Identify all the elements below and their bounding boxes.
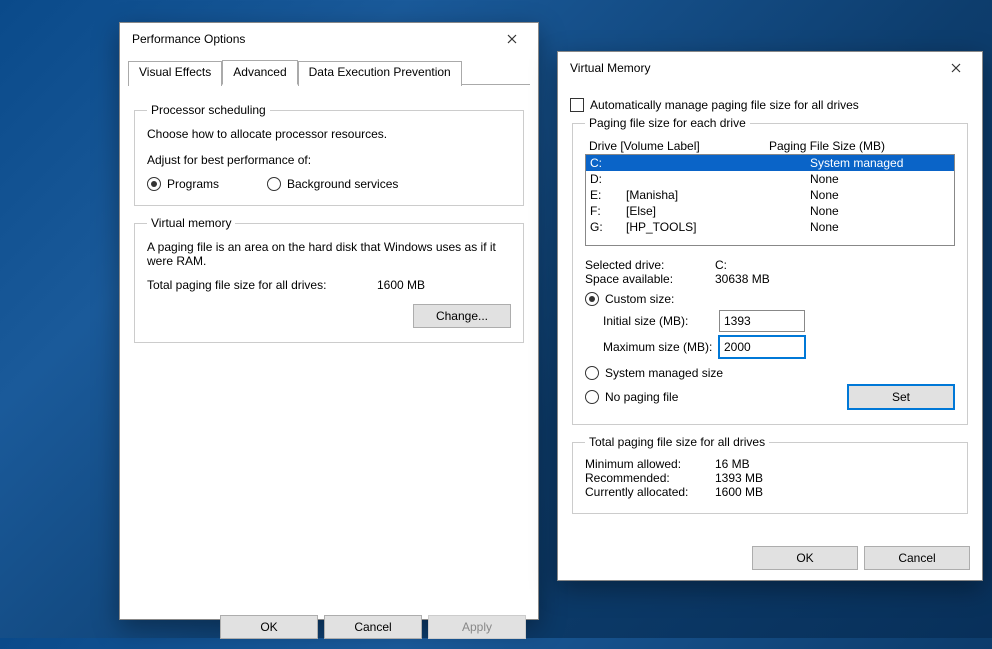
radio-custom-size[interactable]: Custom size: xyxy=(585,292,955,306)
radio-icon xyxy=(585,292,599,306)
drive-letter: G: xyxy=(590,219,626,235)
drive-size: None xyxy=(810,187,950,203)
vm-titlebar[interactable]: Virtual Memory xyxy=(558,52,982,84)
drive-label: [HP_TOOLS] xyxy=(626,219,810,235)
vm-desc: A paging file is an area on the hard dis… xyxy=(147,240,497,268)
no-paging-label: No paging file xyxy=(605,390,678,404)
tab-visual-effects[interactable]: Visual Effects xyxy=(128,61,222,86)
minimum-label: Minimum allowed: xyxy=(585,457,715,471)
ok-button[interactable]: OK xyxy=(752,546,858,570)
drive-header-drive: Drive [Volume Label] xyxy=(589,139,769,153)
paging-per-drive-group: Paging file size for each drive Drive [V… xyxy=(572,116,968,425)
drive-header-size: Paging File Size (MB) xyxy=(769,139,951,153)
recommended-value: 1393 MB xyxy=(715,471,763,485)
radio-background-services[interactable]: Background services xyxy=(267,177,398,191)
cancel-button[interactable]: Cancel xyxy=(324,615,422,639)
selected-drive-label: Selected drive: xyxy=(585,258,715,272)
currently-allocated-label: Currently allocated: xyxy=(585,485,715,499)
radio-programs-label: Programs xyxy=(167,177,219,191)
maximum-size-label: Maximum size (MB): xyxy=(603,340,719,354)
drive-row[interactable]: C: System managed xyxy=(586,155,954,171)
selected-drive-value: C: xyxy=(715,258,727,272)
tab-advanced[interactable]: Advanced xyxy=(222,60,297,85)
maximum-size-input[interactable] xyxy=(719,336,805,358)
close-icon[interactable] xyxy=(492,25,532,53)
initial-size-label: Initial size (MB): xyxy=(603,314,719,328)
vm-legend: Virtual memory xyxy=(147,216,235,230)
drive-list[interactable]: C:System managedD:NoneE:[Manisha]NoneF:[… xyxy=(585,154,955,246)
auto-manage-label: Automatically manage paging file size fo… xyxy=(590,98,859,112)
processor-scheduling-group: Processor scheduling Choose how to alloc… xyxy=(134,103,524,206)
minimum-value: 16 MB xyxy=(715,457,750,471)
radio-background-label: Background services xyxy=(287,177,398,191)
radio-system-managed[interactable]: System managed size xyxy=(585,366,955,380)
perf-footer: OK Cancel Apply xyxy=(120,605,538,649)
drive-size: None xyxy=(810,203,950,219)
perf-titlebar[interactable]: Performance Options xyxy=(120,23,538,55)
total-paging-group: Total paging file size for all drives Mi… xyxy=(572,435,968,514)
drive-row[interactable]: F:[Else]None xyxy=(586,203,954,219)
drive-label: [Manisha] xyxy=(626,187,810,203)
vm-title: Virtual Memory xyxy=(570,61,936,75)
processor-desc: Choose how to allocate processor resourc… xyxy=(147,127,511,141)
drive-label: [Else] xyxy=(626,203,810,219)
total-paging-value: 1600 MB xyxy=(377,278,425,292)
tab-dep[interactable]: Data Execution Prevention xyxy=(298,61,462,86)
cancel-button[interactable]: Cancel xyxy=(864,546,970,570)
radio-no-paging[interactable]: No paging file xyxy=(585,390,847,404)
drive-label xyxy=(626,155,810,171)
drive-row[interactable]: E:[Manisha]None xyxy=(586,187,954,203)
initial-size-input[interactable] xyxy=(719,310,805,332)
close-icon[interactable] xyxy=(936,54,976,82)
drive-letter: D: xyxy=(590,171,626,187)
performance-options-dialog: Performance Options Visual Effects Advan… xyxy=(119,22,539,620)
drive-row[interactable]: G:[HP_TOOLS]None xyxy=(586,219,954,235)
adjust-label: Adjust for best performance of: xyxy=(147,153,511,167)
vm-footer: OK Cancel xyxy=(558,536,982,580)
drive-size: None xyxy=(810,219,950,235)
drive-row[interactable]: D: None xyxy=(586,171,954,187)
radio-programs[interactable]: Programs xyxy=(147,177,267,191)
radio-icon xyxy=(147,177,161,191)
radio-icon xyxy=(585,390,599,404)
set-button[interactable]: Set xyxy=(847,384,955,410)
drive-letter: F: xyxy=(590,203,626,219)
total-legend: Total paging file size for all drives xyxy=(585,435,769,449)
checkbox-icon xyxy=(570,98,584,112)
total-paging-label: Total paging file size for all drives: xyxy=(147,278,377,292)
recommended-label: Recommended: xyxy=(585,471,715,485)
radio-icon xyxy=(267,177,281,191)
perf-title: Performance Options xyxy=(132,32,492,46)
system-managed-label: System managed size xyxy=(605,366,723,380)
vm-body: Automatically manage paging file size fo… xyxy=(558,84,982,536)
radio-icon xyxy=(585,366,599,380)
change-button[interactable]: Change... xyxy=(413,304,511,328)
auto-manage-checkbox[interactable]: Automatically manage paging file size fo… xyxy=(570,98,970,112)
ok-button[interactable]: OK xyxy=(220,615,318,639)
processor-legend: Processor scheduling xyxy=(147,103,270,117)
paging-legend: Paging file size for each drive xyxy=(585,116,750,130)
apply-button[interactable]: Apply xyxy=(428,615,526,639)
drive-letter: C: xyxy=(590,155,626,171)
drive-label xyxy=(626,171,810,187)
space-available-label: Space available: xyxy=(585,272,715,286)
perf-tabs: Visual Effects Advanced Data Execution P… xyxy=(128,59,530,85)
currently-allocated-value: 1600 MB xyxy=(715,485,763,499)
drive-letter: E: xyxy=(590,187,626,203)
drive-size: None xyxy=(810,171,950,187)
virtual-memory-dialog: Virtual Memory Automatically manage pagi… xyxy=(557,51,983,581)
drive-size: System managed xyxy=(810,155,950,171)
custom-size-label: Custom size: xyxy=(605,292,674,306)
space-available-value: 30638 MB xyxy=(715,272,770,286)
perf-body: Processor scheduling Choose how to alloc… xyxy=(120,85,538,605)
virtual-memory-group: Virtual memory A paging file is an area … xyxy=(134,216,524,343)
